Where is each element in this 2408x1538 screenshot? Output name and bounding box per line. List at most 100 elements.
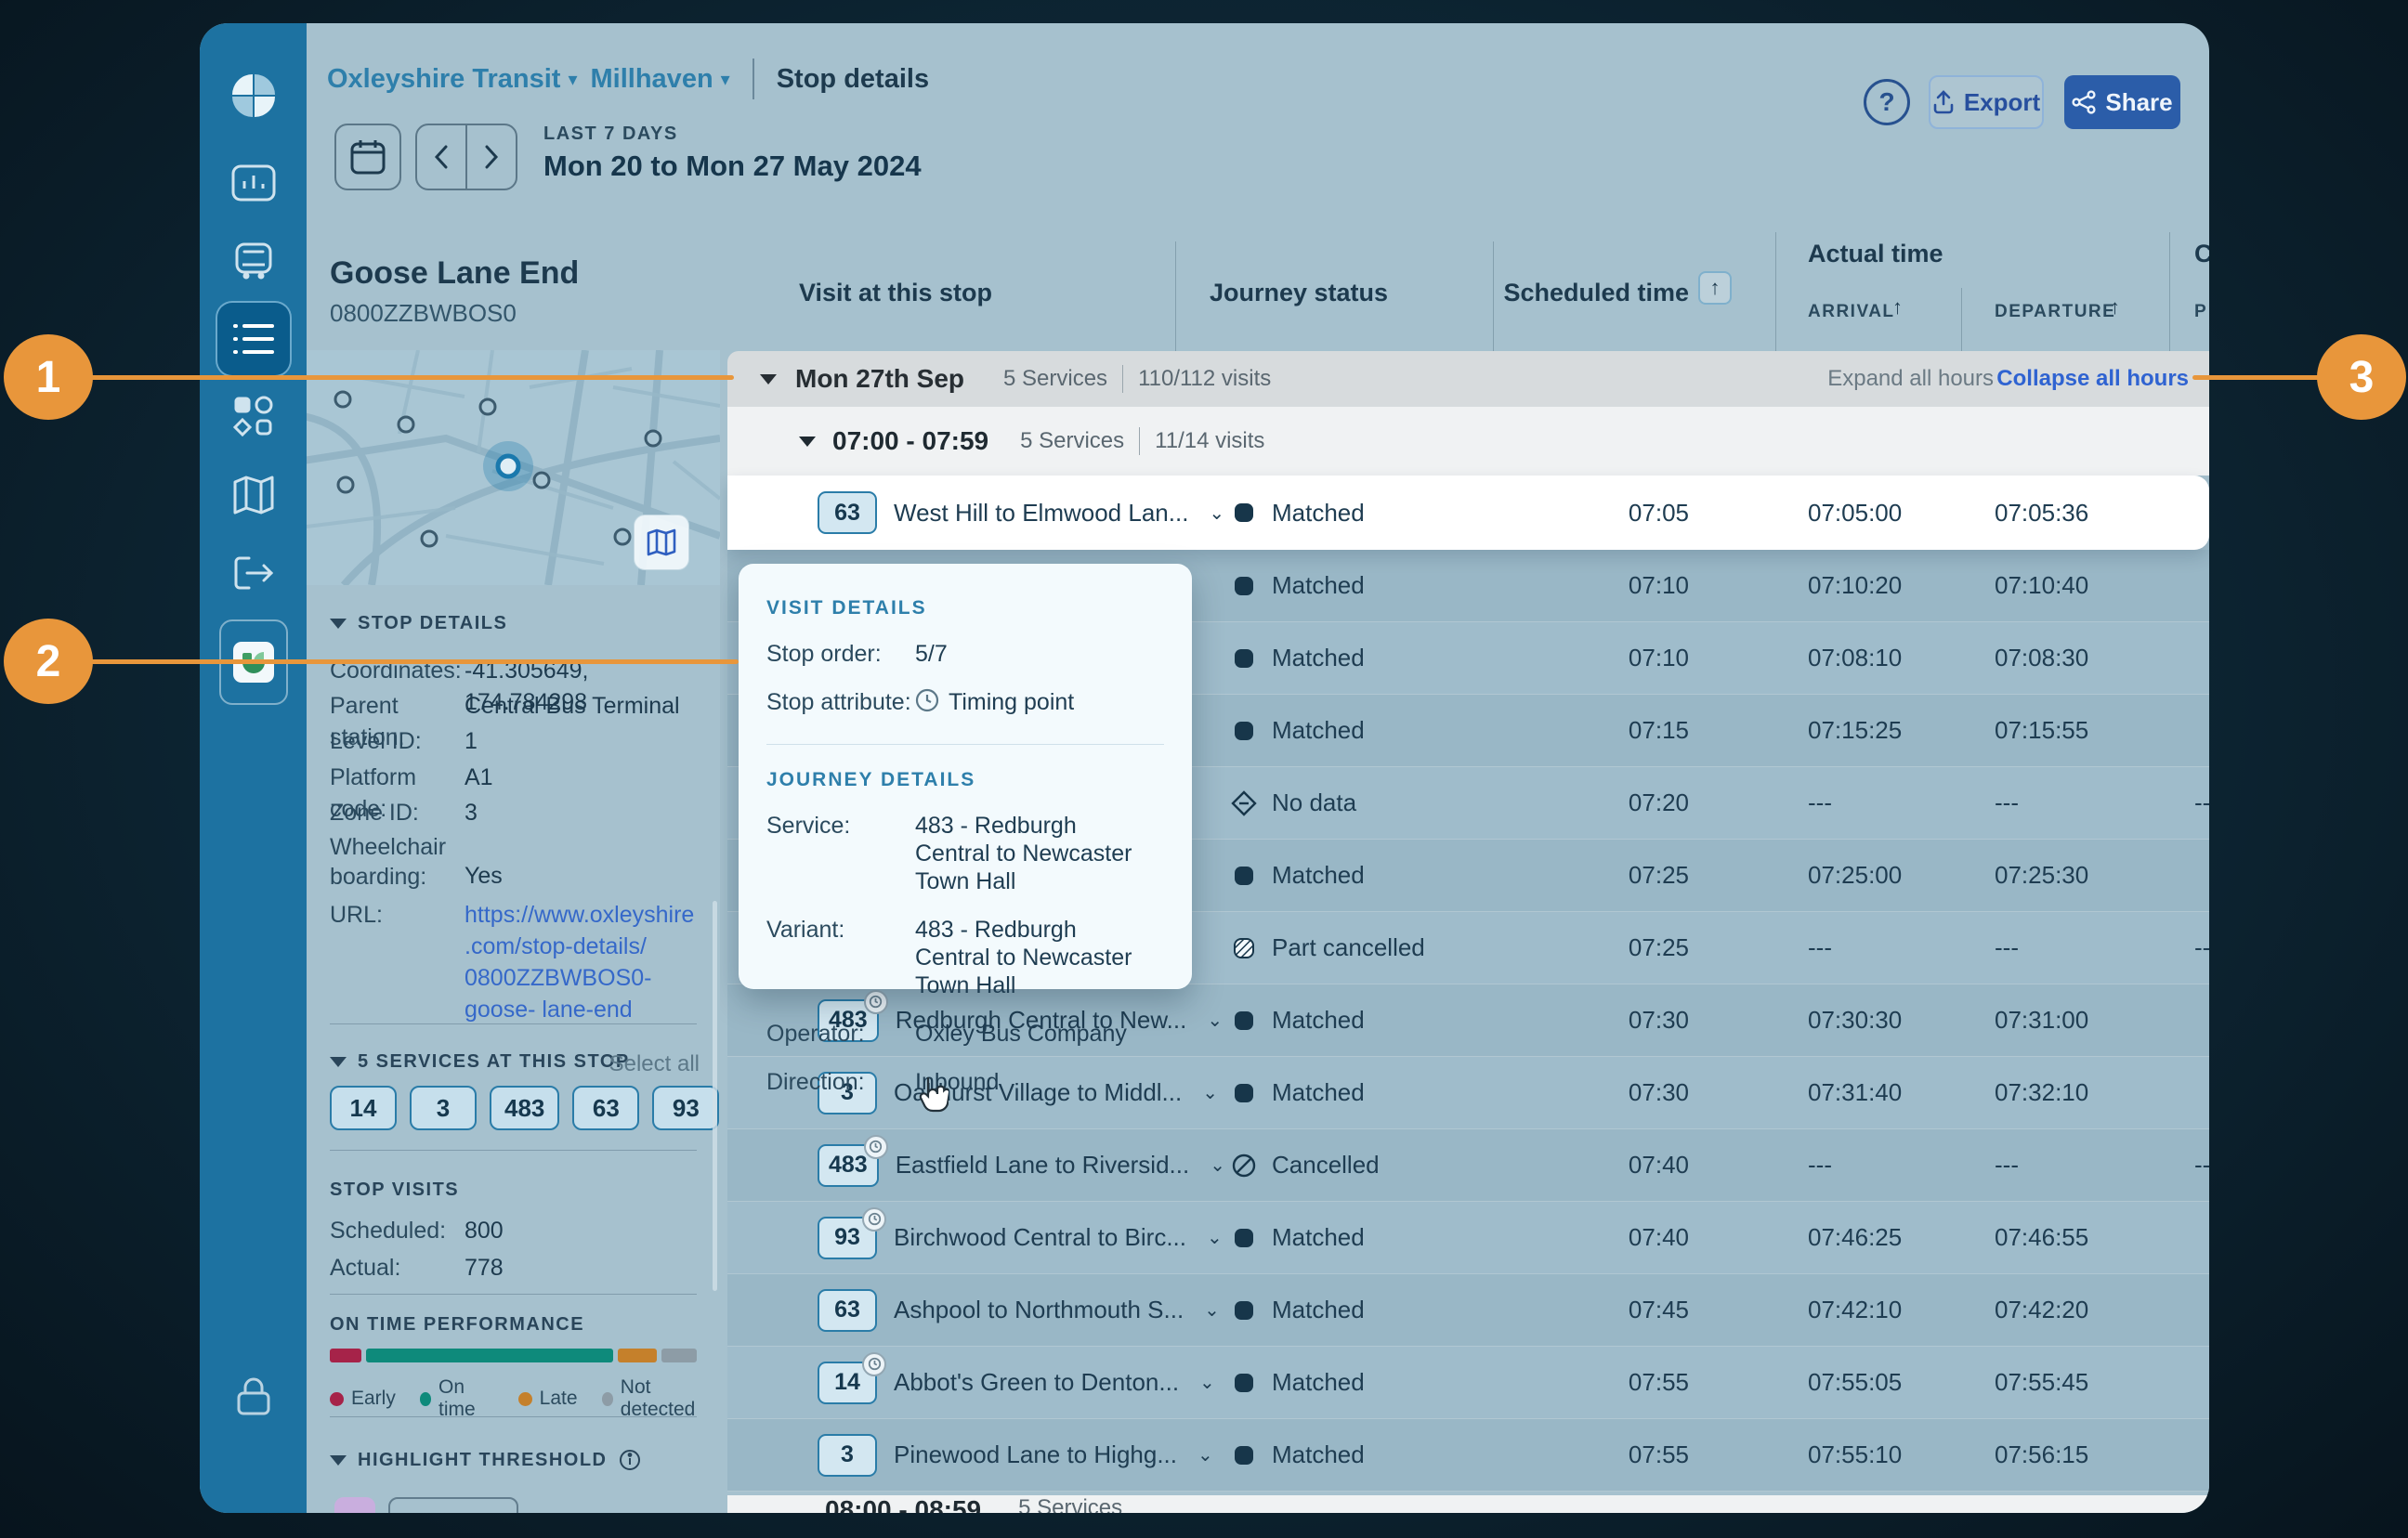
legend-dot-icon — [518, 1392, 532, 1406]
visit-row[interactable]: 63West Hill to Elmwood Lan...⌄Matched07:… — [727, 476, 2209, 550]
breadcrumb-network[interactable]: Oxleyshire Transit▾ — [327, 64, 578, 95]
legend-item: Late — [518, 1388, 578, 1410]
status-matched-icon — [1231, 718, 1257, 744]
stop-map[interactable] — [307, 350, 720, 585]
breadcrumb-region[interactable]: Millhaven▾ — [591, 64, 730, 95]
visit-cell: 483Eastfield Lane to Riversid...⌄ — [727, 1144, 1175, 1187]
journey-status-cell: Matched — [1175, 861, 1493, 890]
visit-cell: 14Abbot's Green to Denton...⌄ — [727, 1362, 1175, 1404]
actual-departure-cell: --- — [1961, 933, 2169, 962]
sidebar-item-map[interactable] — [229, 471, 278, 519]
sidebar-item-analytics[interactable] — [229, 159, 278, 207]
stop-detail-value: Yes — [465, 860, 503, 892]
visit-row[interactable]: 93Birchwood Central to Birc...⌄Matched07… — [727, 1202, 2209, 1274]
stop-detail-row[interactable]: URL:https://www.oxleyshire .com/stop-det… — [330, 899, 701, 1025]
service-badge[interactable]: 63 — [572, 1086, 639, 1130]
services-section-header[interactable]: 5 SERVICES AT THIS STOP — [330, 1051, 630, 1073]
prev-period-button[interactable] — [417, 125, 467, 189]
date-group-row[interactable]: Mon 27th Sep 5 Services 110/112 visits E… — [727, 351, 2209, 407]
open-map-button[interactable] — [634, 515, 689, 570]
date-group-label: Mon 27th Sep — [795, 364, 964, 394]
visit-row[interactable]: 3Pinewood Lane to Highg...⌄Matched07:550… — [727, 1419, 2209, 1492]
journey-status-cell: Matched — [1175, 1368, 1493, 1397]
divider — [2169, 232, 2170, 367]
legend-item: Not detected — [602, 1376, 711, 1421]
service-badge[interactable]: 3 — [410, 1086, 477, 1130]
callout-2: 2 — [4, 619, 93, 704]
collapse-all-hours-link[interactable]: Collapse all hours — [1996, 366, 2189, 392]
stop-code: 0800ZZBWBOS0 — [330, 299, 517, 328]
scheduled-time-cell: 07:25 — [1493, 861, 1775, 890]
visit-row[interactable]: 14Abbot's Green to Denton...⌄Matched07:5… — [727, 1347, 2209, 1419]
sidebar-item-vehicles[interactable] — [229, 237, 278, 285]
tooltip-visit-title: VISIT DETAILS — [766, 597, 1164, 619]
divider — [330, 1294, 697, 1295]
status-matched-icon — [1231, 1225, 1257, 1251]
timing-point-icon — [864, 1135, 888, 1159]
departure-sort-button[interactable]: ↑ — [2110, 295, 2120, 319]
status-label: Matched — [1272, 1368, 1365, 1397]
highlight-threshold-header[interactable]: HIGHLIGHT THRESHOLD — [330, 1449, 641, 1471]
stop-order-row: Stop order:5/7 — [766, 640, 1164, 668]
threshold-input[interactable] — [388, 1497, 518, 1513]
actual-arrival-cell: 07:08:10 — [1775, 644, 1961, 672]
visit-row[interactable]: 63Ashpool to Northmouth S...⌄Matched07:4… — [727, 1274, 2209, 1347]
share-button[interactable]: Share — [2064, 75, 2180, 129]
actual-arrival-cell: 07:30:30 — [1775, 1006, 1961, 1035]
status-matched-icon — [1231, 1442, 1257, 1468]
status-cancelled-icon — [1231, 1153, 1257, 1179]
actual-arrival-cell: 07:05:00 — [1775, 499, 1961, 528]
route-badge[interactable]: 3 — [818, 1434, 877, 1477]
scheduled-time-cell: 07:15 — [1493, 716, 1775, 745]
next-period-button[interactable] — [467, 125, 516, 189]
scheduled-time-cell: 07:55 — [1493, 1440, 1775, 1469]
export-icon — [1932, 90, 1955, 114]
service-badge[interactable]: 483 — [490, 1086, 559, 1130]
scheduled-time-cell: 07:25 — [1493, 933, 1775, 962]
sidebar-item-sign-out[interactable] — [229, 549, 278, 597]
stop-detail-url[interactable]: https://www.oxleyshire .com/stop-details… — [465, 899, 701, 1025]
visit-row[interactable]: 483Eastfield Lane to Riversid...⌄Cancell… — [727, 1129, 2209, 1202]
export-button[interactable]: Export — [1929, 75, 2044, 129]
legend-label: Early — [351, 1388, 396, 1410]
status-label: No data — [1272, 789, 1356, 817]
arrival-sort-button[interactable]: ↑ — [1892, 295, 1903, 319]
panel-scrollbar[interactable] — [713, 901, 717, 1291]
service-badge[interactable]: 93 — [652, 1086, 719, 1130]
route-badge[interactable]: 63 — [818, 491, 877, 534]
stop-name: Goose Lane End — [330, 255, 579, 292]
route-badge[interactable]: 63 — [818, 1289, 877, 1332]
caret-down-icon — [330, 619, 347, 629]
stop-details-section-header[interactable]: STOP DETAILS — [330, 613, 507, 634]
journey-status-cell: Part cancelled — [1175, 933, 1493, 962]
calendar-button[interactable] — [334, 124, 401, 190]
scheduled-time-cell: 07:40 — [1493, 1223, 1775, 1252]
expand-all-hours-link[interactable]: Expand all hours — [1827, 366, 1994, 392]
actual-departure-cell: 07:10:40 — [1961, 571, 2169, 600]
service-badge[interactable]: 14 — [330, 1086, 397, 1130]
scheduled-time-cell: 07:45 — [1493, 1296, 1775, 1324]
select-all-link[interactable]: Select all — [609, 1051, 700, 1077]
actual-departure-cell: 07:42:20 — [1961, 1296, 2169, 1324]
next-hour-group-row[interactable]: 08:00 - 08:59 5 Services — [727, 1495, 2209, 1513]
date-group-services: 5 Services — [1003, 366, 1107, 392]
sidebar-item-stop-list-active[interactable] — [217, 303, 290, 375]
actual-departure-cell: 07:05:36 — [1961, 499, 2169, 528]
actual-arrival-cell: --- — [1775, 789, 1961, 817]
help-button[interactable]: ? — [1864, 79, 1910, 125]
journey-status-cell: Cancelled — [1175, 1151, 1493, 1180]
info-icon[interactable] — [619, 1449, 641, 1471]
actual-arrival-cell: 07:46:25 — [1775, 1223, 1961, 1252]
otp-legend: EarlyOn timeLateNot detected — [330, 1376, 711, 1421]
hour-group-row[interactable]: 07:00 - 07:59 5 Services 11/14 visits — [727, 407, 2209, 476]
visits-table: Visit at this stop Journey status Schedu… — [720, 214, 2209, 1513]
threshold-color-swatch[interactable] — [334, 1497, 375, 1513]
scheduled-visits: Scheduled:800 — [330, 1215, 701, 1246]
callout-1-line — [89, 375, 734, 380]
route-badge-wrap: 63 — [818, 1289, 877, 1332]
sidebar-item-categories[interactable] — [229, 392, 278, 440]
route-badge-wrap: 3 — [818, 1434, 877, 1477]
scheduled-sort-button[interactable]: ↑ — [1698, 271, 1732, 305]
route-badge-wrap: 14 — [818, 1362, 877, 1404]
direction-row: Direction:Inbound — [766, 1068, 1164, 1096]
